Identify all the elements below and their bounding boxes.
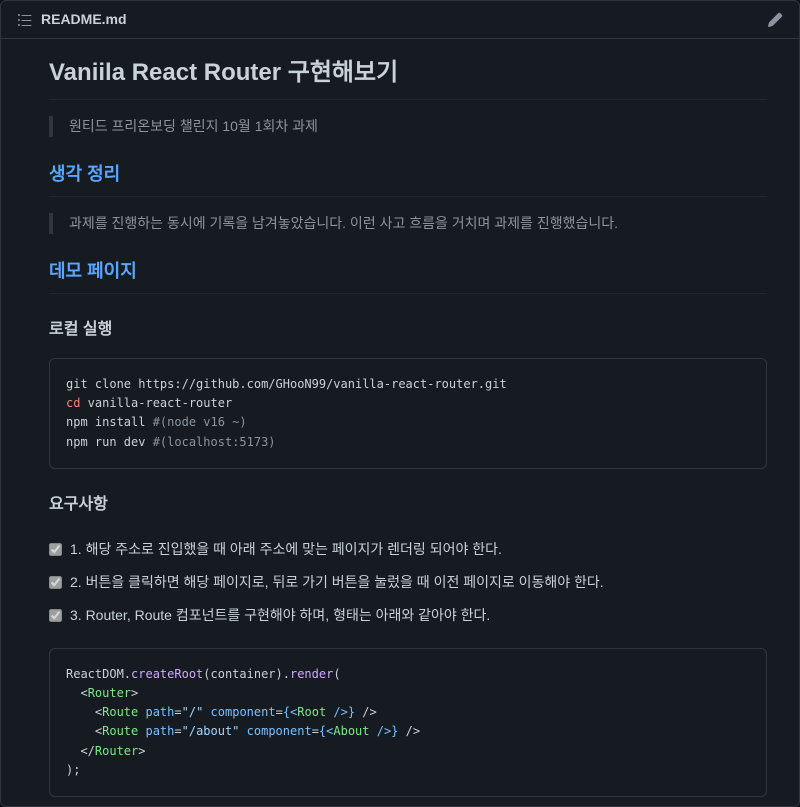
task-checkbox (49, 609, 62, 622)
readme-container: README.md Vaniila React Router 구현해보기 원티드… (0, 0, 800, 807)
filename: README.md (41, 9, 127, 30)
task-label: 1. 해당 주소로 진입했을 때 아래 주소에 맞는 페이지가 렌더링 되어야 … (70, 539, 502, 560)
readme-content: Vaniila React Router 구현해보기 원티드 프리온보딩 챌린지… (1, 39, 799, 807)
thoughts-link[interactable]: 생각 정리 (49, 164, 120, 184)
edit-icon[interactable] (767, 12, 783, 28)
thoughts-heading: 생각 정리 (49, 161, 767, 197)
file-header: README.md (1, 1, 799, 39)
task-checkbox (49, 543, 62, 556)
task-checkbox (49, 576, 62, 589)
toc-icon[interactable] (17, 12, 33, 28)
header-left: README.md (17, 9, 127, 30)
task-item-3: 3. Router, Route 컴포넌트를 구현해야 하며, 형태는 아래와 … (49, 599, 767, 632)
thoughts-text: 과제를 진행하는 동시에 기록을 남겨놓았습니다. 이런 사고 흐름을 거치며 … (69, 213, 751, 234)
thoughts-quote: 과제를 진행하는 동시에 기록을 남겨놓았습니다. 이런 사고 흐름을 거치며 … (49, 213, 767, 234)
task-item-2: 2. 버튼을 클릭하면 해당 페이지로, 뒤로 가기 버튼을 눌렀을 때 이전 … (49, 566, 767, 599)
subtitle-text: 원티드 프리온보딩 챌린지 10월 1회차 과제 (69, 116, 751, 137)
install-code: git clone https://github.com/GHooN99/van… (49, 358, 767, 469)
demo-heading: 데모 페이지 (49, 258, 767, 294)
task-list: 1. 해당 주소로 진입했을 때 아래 주소에 맞는 페이지가 렌더링 되어야 … (49, 533, 767, 632)
subtitle-quote: 원티드 프리온보딩 챌린지 10월 1회차 과제 (49, 116, 767, 137)
task-label: 3. Router, Route 컴포넌트를 구현해야 하며, 형태는 아래와 … (70, 605, 490, 626)
task-item-1: 1. 해당 주소로 진입했을 때 아래 주소에 맞는 페이지가 렌더링 되어야 … (49, 533, 767, 566)
page-title: Vaniila React Router 구현해보기 (49, 55, 767, 100)
requirements-heading: 요구사항 (49, 493, 767, 517)
localrun-heading: 로컬 실행 (49, 318, 767, 342)
router-code: ReactDOM.createRoot(container).render( <… (49, 648, 767, 797)
task-label: 2. 버튼을 클릭하면 해당 페이지로, 뒤로 가기 버튼을 눌렀을 때 이전 … (70, 572, 604, 593)
demo-link[interactable]: 데모 페이지 (49, 261, 137, 281)
